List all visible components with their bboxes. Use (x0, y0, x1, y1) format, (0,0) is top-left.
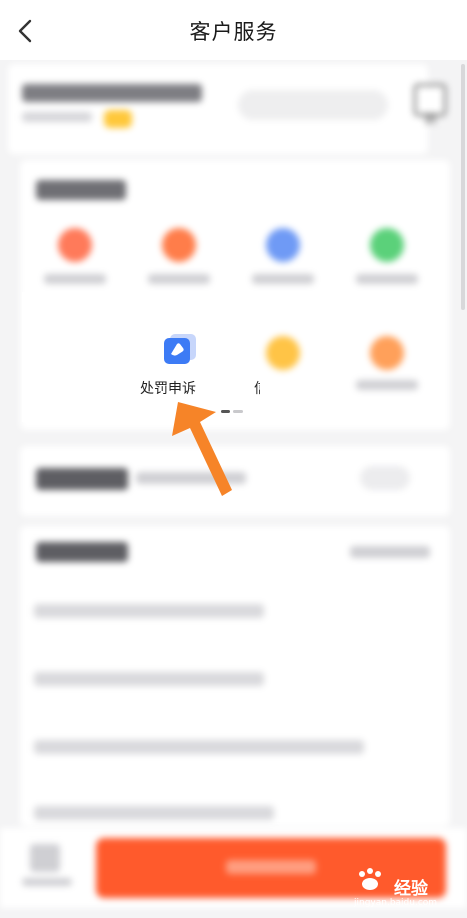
page-title: 客户服务 (189, 20, 278, 44)
watermark-site: jingyan.baidu.com (354, 898, 438, 908)
penalty-appeal-icon[interactable] (162, 332, 198, 368)
top-right-partial-label: 训 (424, 112, 437, 126)
next-service-partial-label: 信 (254, 378, 260, 398)
scrollbar[interactable] (461, 64, 465, 310)
orange-pointer-arrow-icon (172, 402, 232, 496)
account-card (8, 64, 428, 154)
faq-card (20, 526, 450, 826)
penalty-appeal-label[interactable]: 处罚申诉 (140, 378, 196, 398)
watermark-brand: 经验 (394, 879, 428, 899)
header-bar: 客户服务 (0, 0, 467, 60)
